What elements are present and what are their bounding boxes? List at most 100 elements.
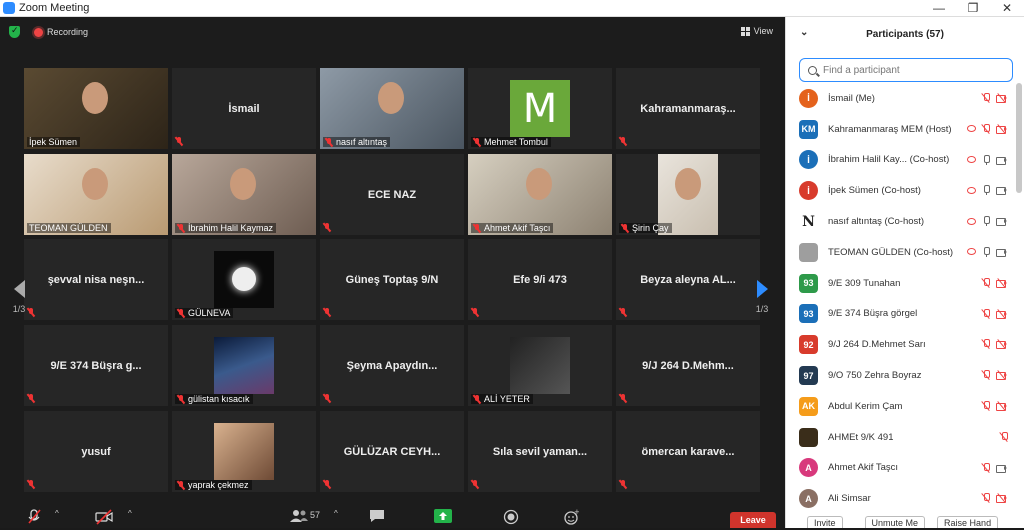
recording-indicator[interactable]: Recording [34, 27, 88, 37]
chat-icon[interactable] [369, 509, 385, 523]
muted-mic-icon [619, 308, 627, 317]
camera-off-icon [996, 339, 1008, 350]
participant-avatar: N [799, 212, 818, 232]
participant-row[interactable]: 92 9/J 264 D.Mehmet Sarı [786, 329, 1018, 360]
participant-video-tile[interactable]: ömercan karave... [616, 411, 760, 492]
participant-row[interactable]: İ İsmail (Me) [786, 83, 1018, 114]
participant-video-tile[interactable]: 9/J 264 D.Mehm... [616, 325, 760, 406]
camera-on-icon [996, 248, 1008, 257]
participant-video-tile[interactable]: yusuf [24, 411, 168, 492]
participant-video-tile[interactable]: şevval nisa neşn... [24, 239, 168, 320]
participant-row[interactable]: 97 9/O 750 Zehra Boyraz [786, 360, 1018, 391]
participant-name: Kahramanmaraş MEM (Host) [828, 123, 952, 135]
camera-slash [997, 339, 1006, 350]
minimize-button[interactable]: — [922, 1, 956, 15]
participant-name-text: gülistan kısacık [188, 394, 250, 404]
mute-mic-icon[interactable] [26, 509, 42, 525]
share-screen-icon[interactable] [434, 509, 452, 523]
participants-list: İ İsmail (Me) KM Kahramanmaraş MEM (Host) İ İ… [786, 83, 1018, 514]
security-shield-icon[interactable] [9, 25, 20, 38]
muted-mic-icon [323, 394, 331, 403]
participant-row[interactable]: İ İbrahim Halil Kay... (Co-host) [786, 145, 1018, 176]
view-label: View [753, 26, 773, 36]
participant-name: İsmail (Me) [828, 92, 875, 104]
participant-video-tile[interactable]: Efe 9/i 473 [468, 239, 612, 320]
participant-avatar: A [799, 489, 818, 509]
participant-video-tile[interactable]: Şirin Çay [616, 154, 760, 235]
participant-video-tile[interactable]: ECE NAZ [320, 154, 464, 235]
record-icon[interactable] [503, 509, 519, 525]
participant-avatar: AK [799, 396, 818, 416]
previous-page-button[interactable]: 1/3 [8, 262, 30, 332]
participant-display-name: ECE NAZ [367, 189, 417, 201]
close-button[interactable]: ✕ [990, 1, 1024, 15]
camera-on-icon [996, 186, 1008, 196]
audio-options-chevron-icon[interactable]: ^ [55, 509, 59, 518]
participant-video-tile[interactable]: M Mehmet Tombul [468, 68, 612, 149]
mic-muted-icon [1000, 431, 1008, 442]
participant-row[interactable]: AK Abdul Kerim Çam [786, 391, 1018, 422]
meeting-area: Recording View İpek Sümen İsmail nasıf alt… [0, 17, 785, 528]
next-page-button[interactable]: 1/3 [751, 262, 773, 332]
maximize-button[interactable]: ❐ [956, 1, 990, 15]
invite-button[interactable]: Invite [807, 516, 843, 528]
participant-avatar: 93 [799, 304, 818, 324]
participant-video-tile[interactable]: ALİ YETER [468, 325, 612, 406]
participant-name-text: ALİ YETER [484, 394, 530, 404]
participant-video-tile[interactable]: GÜLÜZAR CEYH... [320, 411, 464, 492]
leave-button[interactable]: Leave [730, 512, 776, 528]
participant-video-tile[interactable]: İpek Sümen [24, 68, 168, 149]
muted-mic-icon [325, 137, 333, 147]
participant-name: İbrahim Halil Kay... (Co-host) [828, 154, 950, 166]
participant-video-tile[interactable]: İsmail [172, 68, 316, 149]
participant-name-label: Mehmet Tombul [471, 137, 551, 147]
participant-video-tile[interactable]: Şeyma Apaydın... [320, 325, 464, 406]
participant-video-tile[interactable]: Sıla sevil yaman... [468, 411, 612, 492]
participant-video-tile[interactable]: Kahramanmaraş... [616, 68, 760, 149]
participant-row[interactable]: Nnasıf altıntaş (Co-host) [786, 206, 1018, 237]
view-button[interactable]: View [740, 26, 773, 36]
participant-row[interactable]: KM Kahramanmaraş MEM (Host) [786, 114, 1018, 145]
participant-video-tile[interactable]: GÜLNEVA [172, 239, 316, 320]
participant-video-tile[interactable]: Güneş Toptaş 9/N [320, 239, 464, 320]
participant-video-tile[interactable]: TEOMAN GÜLDEN [24, 154, 168, 235]
participant-display-name: ömercan karave... [641, 446, 735, 458]
video-options-chevron-icon[interactable]: ^ [128, 509, 132, 518]
participant-video-tile[interactable]: Beyza aleyna AL... [616, 239, 760, 320]
participant-display-name: Sıla sevil yaman... [492, 446, 588, 458]
muted-mic-icon [27, 394, 35, 403]
camera-slash [997, 493, 1006, 504]
participant-row[interactable]: AHMEt 9/K 491 [786, 422, 1018, 453]
collapse-chevron-icon[interactable]: ⌄ [800, 27, 808, 38]
raise-hand-button[interactable]: Raise Hand [937, 516, 999, 528]
participant-name: nasıf altıntaş (Co-host) [828, 216, 925, 228]
muted-mic-icon [619, 394, 627, 403]
participant-video-tile[interactable]: İbrahim Halil Kaymaz [172, 154, 316, 235]
participant-avatar: 97 [799, 366, 818, 386]
participant-search-input[interactable]: Find a participant [799, 58, 1013, 82]
participant-video-tile[interactable]: 9/E 374 Büşra g... [24, 325, 168, 406]
participant-row[interactable]: 93 9/E 374 Büşra görgel [786, 299, 1018, 330]
participants-scrollbar[interactable] [1016, 83, 1022, 193]
participant-row[interactable]: 93 9/E 309 Tunahan [786, 268, 1018, 299]
unmute-me-button[interactable]: Unmute Me [864, 516, 926, 528]
participant-row[interactable]: TEOMAN GÜLDEN (Co-host) [786, 237, 1018, 268]
participant-row[interactable]: İ İpek Sümen (Co-host) [786, 175, 1018, 206]
moon-image [232, 267, 256, 291]
reactions-icon[interactable]: + [563, 509, 579, 525]
participant-name-label: İbrahim Halil Kaymaz [175, 223, 277, 233]
participant-row[interactable]: A Ahmet Akif Taşcı [786, 453, 1018, 484]
participant-row[interactable]: A Ali Simsar [786, 483, 1018, 514]
participant-video-tile[interactable]: Ahmet Akif Taşcı [468, 154, 612, 235]
participants-chevron-icon[interactable]: ^ [334, 509, 338, 518]
participant-video-tile[interactable]: nasıf altıntaş [320, 68, 464, 149]
participant-video-tile[interactable]: yaprak çekmez [172, 411, 316, 492]
participant-name-label: Şirin Çay [619, 223, 672, 233]
participant-display-name: İsmail [228, 103, 260, 115]
stop-video-icon[interactable] [95, 509, 113, 525]
participants-icon[interactable] [289, 509, 309, 523]
muted-mic-icon [619, 137, 627, 146]
muted-mic-icon [323, 223, 331, 232]
participant-video-tile[interactable]: gülistan kısacık [172, 325, 316, 406]
muted-mic-icon [471, 308, 479, 317]
